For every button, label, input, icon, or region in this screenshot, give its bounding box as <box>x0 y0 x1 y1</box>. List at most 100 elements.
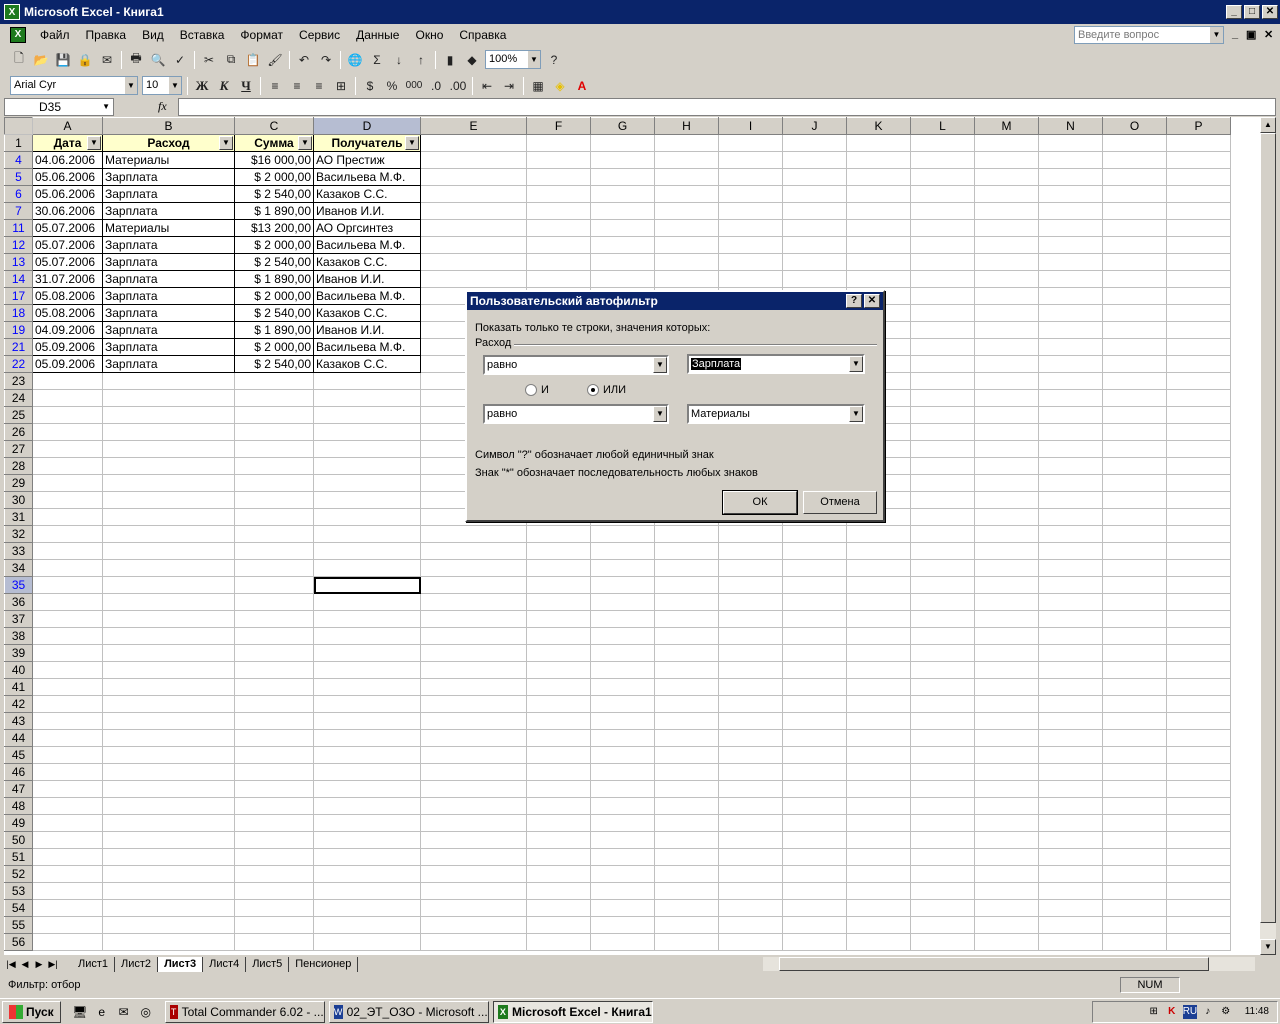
cell[interactable] <box>654 644 719 662</box>
cell[interactable] <box>1038 865 1103 883</box>
column-header[interactable]: B <box>102 117 235 135</box>
cell[interactable] <box>974 763 1039 781</box>
cell[interactable] <box>32 916 103 934</box>
cell[interactable] <box>910 916 975 934</box>
network-icon[interactable]: ⊞ <box>1147 1005 1161 1019</box>
cell[interactable] <box>1038 338 1103 356</box>
cell[interactable]: Зарплата <box>102 304 235 322</box>
cell[interactable] <box>313 508 421 526</box>
cell[interactable] <box>313 372 421 390</box>
cell[interactable] <box>910 508 975 526</box>
cell[interactable] <box>1102 814 1167 832</box>
cell[interactable] <box>1038 525 1103 543</box>
cell[interactable] <box>102 763 235 781</box>
cell[interactable] <box>1102 440 1167 458</box>
row-header[interactable]: 19 <box>4 321 33 339</box>
cell[interactable]: 05.08.2006 <box>32 304 103 322</box>
row-header[interactable]: 6 <box>4 185 33 203</box>
cell[interactable] <box>526 185 591 203</box>
cell[interactable] <box>234 423 314 441</box>
chevron-down-icon[interactable]: ▼ <box>1210 27 1223 43</box>
cell[interactable] <box>654 219 719 237</box>
percent-icon[interactable]: % <box>382 76 402 96</box>
cell[interactable] <box>526 168 591 186</box>
sort-asc-icon[interactable]: ↓ <box>389 50 409 70</box>
cell[interactable] <box>1102 916 1167 934</box>
cell[interactable] <box>974 610 1039 628</box>
fill-color-icon[interactable]: ◈ <box>550 76 570 96</box>
cell[interactable] <box>32 474 103 492</box>
chevron-down-icon[interactable]: ▼ <box>528 51 540 68</box>
row-header[interactable]: 45 <box>4 746 33 764</box>
chevron-down-icon[interactable]: ▼ <box>849 406 863 422</box>
column-title-cell[interactable]: Получатель ▼ <box>313 134 421 152</box>
cell[interactable] <box>910 593 975 611</box>
cell[interactable] <box>718 695 783 713</box>
cell[interactable]: Зарплата <box>102 168 235 186</box>
cell[interactable] <box>1166 372 1231 390</box>
cell[interactable] <box>1038 627 1103 645</box>
autofilter-dropdown-icon[interactable]: ▼ <box>87 136 101 150</box>
cell[interactable] <box>1038 440 1103 458</box>
cell[interactable] <box>782 610 847 628</box>
cell[interactable] <box>32 848 103 866</box>
cell[interactable] <box>1038 559 1103 577</box>
font-color-icon[interactable]: A <box>572 76 592 96</box>
cell[interactable] <box>846 814 911 832</box>
cell[interactable] <box>654 780 719 798</box>
cell[interactable] <box>590 831 655 849</box>
cell[interactable] <box>234 627 314 645</box>
cell[interactable] <box>782 678 847 696</box>
thousands-icon[interactable]: 000 <box>404 76 424 96</box>
row-header[interactable]: 44 <box>4 729 33 747</box>
menu-insert[interactable]: Вставка <box>172 28 233 42</box>
cell[interactable] <box>102 627 235 645</box>
operator1-select[interactable]: равно ▼ <box>483 355 669 375</box>
cell[interactable]: $ 2 540,00 <box>234 304 314 322</box>
undo-icon[interactable]: ↶ <box>294 50 314 70</box>
cell[interactable] <box>526 661 591 679</box>
operator2-select[interactable]: равно ▼ <box>483 404 669 424</box>
cell[interactable] <box>32 780 103 798</box>
cell[interactable] <box>910 695 975 713</box>
cell[interactable] <box>234 491 314 509</box>
cell[interactable] <box>526 610 591 628</box>
column-header[interactable]: N <box>1038 117 1103 135</box>
cell[interactable] <box>313 746 421 764</box>
cell[interactable] <box>1038 593 1103 611</box>
cell[interactable] <box>974 814 1039 832</box>
cell[interactable] <box>1102 848 1167 866</box>
cell[interactable] <box>526 219 591 237</box>
cell[interactable] <box>102 814 235 832</box>
cell[interactable] <box>420 916 527 934</box>
cell[interactable] <box>654 134 719 152</box>
chevron-down-icon[interactable]: ▼ <box>102 99 110 115</box>
cell[interactable] <box>1166 865 1231 883</box>
cell[interactable] <box>32 542 103 560</box>
first-sheet-icon[interactable]: |◀ <box>4 959 18 970</box>
cell[interactable] <box>1102 253 1167 271</box>
cell[interactable] <box>102 916 235 934</box>
cell[interactable] <box>32 831 103 849</box>
row-header[interactable]: 31 <box>4 508 33 526</box>
cell[interactable] <box>526 525 591 543</box>
cell[interactable] <box>590 695 655 713</box>
cell[interactable] <box>1166 899 1231 917</box>
cell[interactable] <box>102 474 235 492</box>
row-header[interactable]: 50 <box>4 831 33 849</box>
cell[interactable] <box>974 576 1039 594</box>
cell[interactable] <box>102 372 235 390</box>
cell[interactable] <box>1102 559 1167 577</box>
cell[interactable] <box>1038 474 1103 492</box>
cell[interactable] <box>974 746 1039 764</box>
cell[interactable] <box>234 763 314 781</box>
align-left-icon[interactable]: ≡ <box>265 76 285 96</box>
volume-icon[interactable]: ♪ <box>1201 1005 1215 1019</box>
cell[interactable] <box>782 525 847 543</box>
cell[interactable] <box>718 185 783 203</box>
cell[interactable] <box>782 627 847 645</box>
column-header[interactable]: J <box>782 117 847 135</box>
row-header[interactable]: 39 <box>4 644 33 662</box>
cell[interactable] <box>590 746 655 764</box>
cell[interactable]: $ 2 000,00 <box>234 287 314 305</box>
